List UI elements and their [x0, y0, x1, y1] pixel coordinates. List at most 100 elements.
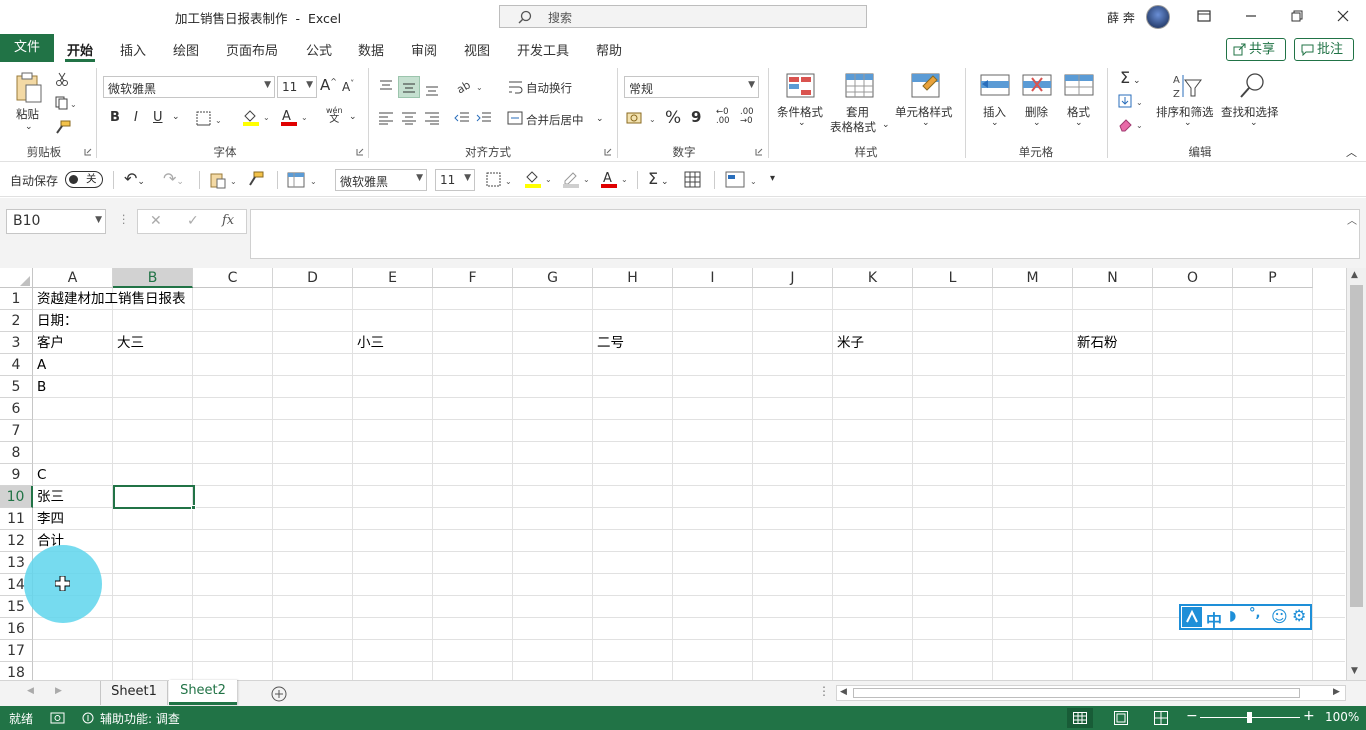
horizontal-scroll-thumb[interactable]: [853, 688, 1300, 698]
prev-sheet-icon[interactable]: ◀: [27, 686, 34, 696]
fill-handle[interactable]: [191, 505, 196, 510]
worksheet-grid[interactable]: ABCDEFGHIJKLMNOP 1 2 3 4 5 6 7 8 9 10 11 12 13 14 15 16…: [0, 268, 1366, 680]
autosave-toggle[interactable]: 关: [65, 171, 103, 188]
accounting-format-icon[interactable]: ⌄: [626, 110, 658, 126]
merge-center-button[interactable]: 合并后居中: [526, 112, 584, 128]
increase-decimal-icon[interactable]: ←0.00: [716, 108, 730, 126]
row-header-6[interactable]: 6: [0, 398, 33, 420]
insert-cells-button[interactable]: 插入 ⌄: [976, 70, 1014, 140]
search-box[interactable]: 搜索: [499, 5, 867, 28]
next-sheet-icon[interactable]: ▶: [55, 686, 62, 696]
ime-mode-button[interactable]: 中: [1206, 607, 1222, 631]
font-size-combo[interactable]: 11 ▼: [277, 76, 317, 98]
fill-icon[interactable]: ⌄: [1118, 93, 1148, 109]
chevron-down-icon[interactable]: ⌄: [172, 112, 180, 122]
cell-a10[interactable]: 张三: [33, 486, 64, 508]
format-as-table-button[interactable]: 套用 表格格式 ⌄: [830, 70, 890, 140]
row-header-18[interactable]: 18: [0, 662, 33, 680]
number-format-combo[interactable]: 常规 ▼: [624, 76, 759, 98]
table-grid-icon[interactable]: [684, 171, 702, 189]
vertical-scrollbar[interactable]: ▲ ▼: [1346, 268, 1366, 680]
column-header-m[interactable]: M: [993, 268, 1073, 288]
scroll-left-icon[interactable]: ◀: [840, 687, 847, 697]
cell-a2[interactable]: 日期：: [33, 310, 78, 332]
tab-page-layout[interactable]: 页面布局: [226, 40, 278, 59]
cell-a9[interactable]: C: [33, 464, 46, 486]
split-handle-icon[interactable]: ⋮: [818, 684, 830, 698]
delete-cells-button[interactable]: 删除 ⌄: [1018, 70, 1056, 140]
tab-developer[interactable]: 开发工具: [517, 40, 569, 59]
fill-color-icon[interactable]: ⌄: [242, 108, 270, 126]
column-header-j[interactable]: J: [753, 268, 833, 288]
select-all-corner[interactable]: [0, 268, 33, 288]
paste-icon[interactable]: ⌄: [209, 171, 239, 189]
format-painter-icon[interactable]: [248, 171, 264, 187]
fill-color-icon[interactable]: ⌄: [524, 169, 552, 189]
page-layout-icon[interactable]: [1114, 711, 1128, 725]
row-header-1[interactable]: 1: [0, 288, 33, 310]
conditional-format-icon[interactable]: ⌄: [725, 170, 759, 190]
tab-draw[interactable]: 绘图: [173, 40, 199, 59]
formula-input[interactable]: [250, 209, 1360, 259]
cell-h3[interactable]: 二号: [593, 332, 624, 354]
accessibility-status[interactable]: 辅助功能: 调查: [100, 710, 180, 727]
orientation-icon[interactable]: ab ⌄: [455, 78, 483, 94]
sheet-tab-sheet2[interactable]: Sheet2: [169, 680, 237, 705]
format-cells-button[interactable]: 格式 ⌄: [1060, 70, 1098, 140]
macro-record-icon[interactable]: [50, 711, 66, 725]
tab-insert[interactable]: 插入: [120, 40, 146, 59]
close-icon[interactable]: [1336, 9, 1350, 23]
qat-size-combo[interactable]: 11 ▼: [435, 169, 475, 191]
dialog-launcher-icon[interactable]: [604, 148, 612, 156]
column-header-h[interactable]: H: [593, 268, 673, 288]
column-header-o[interactable]: O: [1153, 268, 1233, 288]
shrink-font-icon[interactable]: A˅: [342, 79, 354, 94]
borders-icon[interactable]: ⌄: [486, 171, 514, 189]
collapse-ribbon-icon[interactable]: ︿: [1346, 144, 1357, 160]
row-header-11[interactable]: 11: [0, 508, 33, 530]
font-name-combo[interactable]: 微软雅黑 ▼: [103, 76, 275, 98]
accessibility-icon[interactable]: [81, 711, 95, 725]
autosum-icon[interactable]: Σ ⌄: [1120, 68, 1141, 87]
row-header-2[interactable]: 2: [0, 310, 33, 332]
table-format-icon[interactable]: ⌄: [287, 171, 319, 189]
avatar[interactable]: [1146, 5, 1170, 29]
increase-indent-icon[interactable]: [476, 111, 492, 125]
minimize-icon[interactable]: [1244, 9, 1258, 23]
cell-a3[interactable]: 客户: [33, 332, 64, 354]
cell-e3[interactable]: 小三: [353, 332, 384, 354]
grow-font-icon[interactable]: A^: [320, 76, 337, 94]
phonetic-guide-icon[interactable]: wén 文: [326, 106, 343, 125]
column-header-d[interactable]: D: [273, 268, 353, 288]
comments-button[interactable]: 批注: [1294, 38, 1354, 61]
column-header-f[interactable]: F: [433, 268, 513, 288]
column-header-c[interactable]: C: [193, 268, 273, 288]
column-header-a[interactable]: A: [33, 268, 113, 288]
copy-icon[interactable]: ⌄: [55, 96, 77, 110]
row-header-3[interactable]: 3: [0, 332, 33, 354]
redo-icon[interactable]: ↷⌄: [163, 169, 184, 188]
row-header-16[interactable]: 16: [0, 618, 33, 640]
column-header-b[interactable]: B: [113, 268, 193, 288]
tab-formulas[interactable]: 公式: [306, 40, 332, 59]
percent-style-button[interactable]: %: [665, 108, 681, 128]
collapse-formula-icon[interactable]: ︿: [1347, 212, 1357, 227]
paste-button[interactable]: 粘贴 ⌄: [10, 70, 48, 136]
cell-b3[interactable]: 大三: [113, 332, 144, 354]
tab-help[interactable]: 帮助: [596, 40, 622, 59]
merge-center-icon[interactable]: [507, 111, 523, 125]
zoom-level[interactable]: 100%: [1325, 710, 1359, 724]
column-header-e[interactable]: E: [353, 268, 433, 288]
chevron-down-icon[interactable]: ⌄: [349, 112, 357, 122]
scroll-up-icon[interactable]: ▲: [1351, 270, 1358, 280]
bold-button[interactable]: B: [110, 110, 120, 125]
cell-styles-button[interactable]: 单元格样式 ⌄: [893, 70, 957, 140]
borders-icon[interactable]: ⌄: [196, 111, 224, 127]
cancel-icon[interactable]: ✕: [150, 213, 162, 229]
scroll-right-icon[interactable]: ▶: [1333, 687, 1340, 697]
row-header-9[interactable]: 9: [0, 464, 33, 486]
cell-k3[interactable]: 米子: [833, 332, 864, 354]
conditional-formatting-button[interactable]: 条件格式 ⌄: [776, 70, 826, 140]
user-name[interactable]: 薛 奔: [1107, 9, 1135, 26]
find-select-button[interactable]: 查找和选择 ⌄: [1219, 70, 1285, 140]
